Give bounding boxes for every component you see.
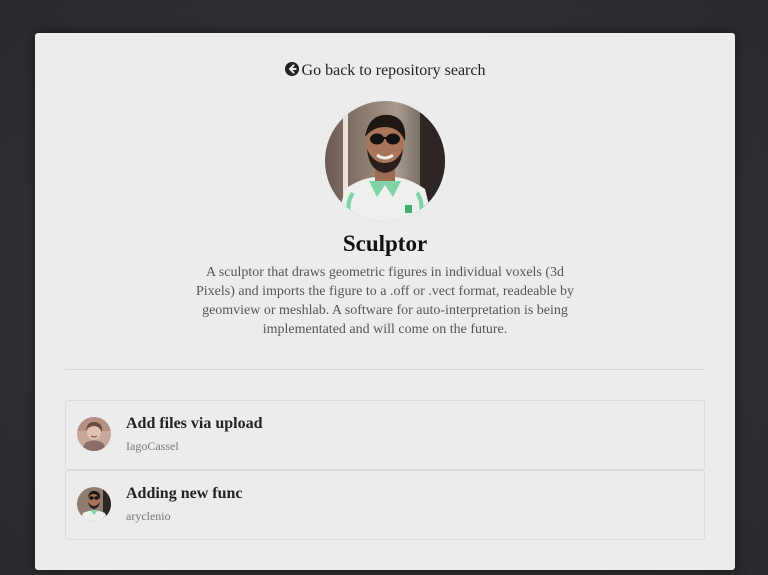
repository-card: Go back to repository search Sculptor A … [35,33,735,570]
commit-author: IagoCassel [126,439,179,453]
repository-description: A sculptor that draws geometric figures … [195,265,574,337]
back-link-label: Go back to repository search [301,62,486,79]
commit-message: Adding new func [126,485,243,502]
back-to-search-link[interactable]: Go back to repository search [35,61,735,81]
commit-author-avatar [77,487,111,521]
commit-author: aryclenio [126,509,171,523]
commit-message: Add files via upload [126,415,263,432]
commit-item[interactable]: Add files via upload IagoCassel [65,400,705,470]
arrow-circle-left-icon [284,62,299,76]
repository-title: Sculptor [342,231,428,256]
commit-item[interactable]: Adding new func aryclenio [65,470,705,540]
commit-author-avatar [77,417,111,451]
section-divider [65,369,705,370]
repository-owner-avatar [325,101,445,221]
